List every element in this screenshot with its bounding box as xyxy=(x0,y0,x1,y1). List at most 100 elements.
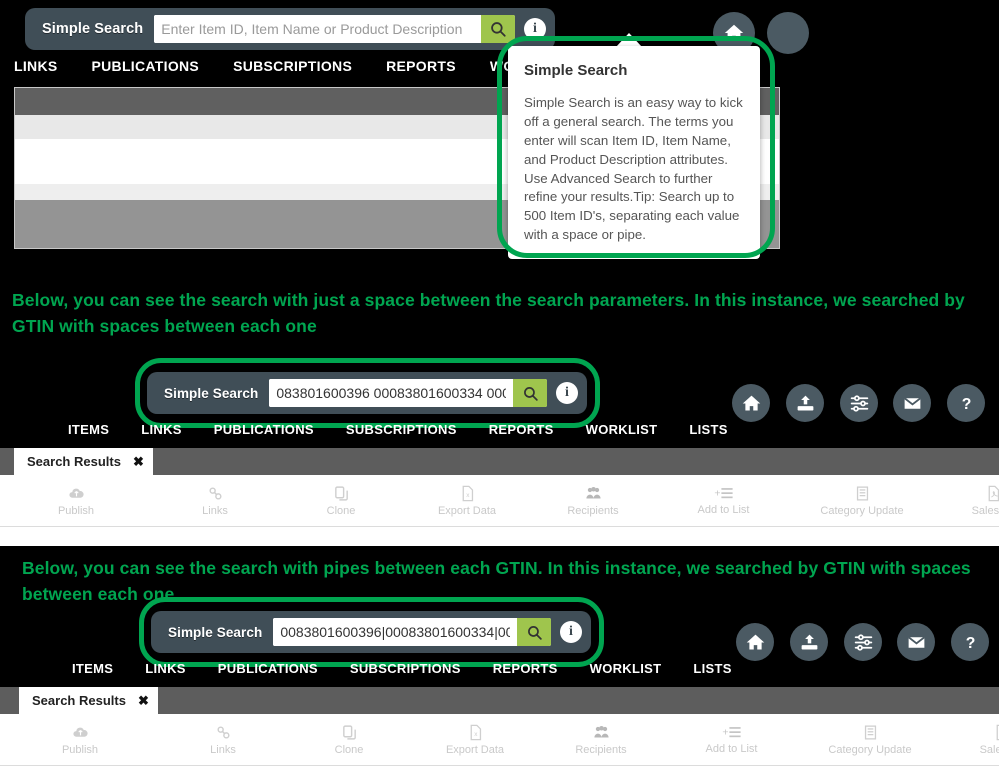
tabstrip-middle: Search Results ✖ xyxy=(0,448,999,475)
messages-button-bottom[interactable] xyxy=(897,623,935,661)
nav-item-reports[interactable]: REPORTS xyxy=(386,58,456,74)
home-icon xyxy=(745,632,766,653)
svg-text:+: + xyxy=(722,727,728,739)
upload-button-middle[interactable] xyxy=(786,384,824,422)
toolbar-label: Recipients xyxy=(575,743,627,756)
simple-search-bar-bottom: Simple Search i xyxy=(151,611,591,653)
nav-item-subscriptions[interactable]: SUBSCRIPTIONS xyxy=(233,58,352,74)
toolbar-item-publish[interactable]: Publish xyxy=(0,724,160,756)
help-question-icon: ? xyxy=(960,632,981,653)
add-to-list-icon: + xyxy=(713,485,734,501)
toolbar-label: Recipients xyxy=(567,504,619,517)
nav-item-worklist[interactable]: WORKLIST xyxy=(590,661,662,676)
toolbar-item-links[interactable]: Links xyxy=(152,485,278,517)
search-input-top[interactable] xyxy=(154,15,481,43)
close-icon[interactable]: ✖ xyxy=(138,693,149,709)
nav-item-subscriptions[interactable]: SUBSCRIPTIONS xyxy=(350,661,461,676)
toolbar-item-links[interactable]: Links xyxy=(160,724,286,756)
publish-cloud-icon xyxy=(72,724,89,741)
nav-item-links[interactable]: LINKS xyxy=(145,661,186,676)
info-icon-top[interactable]: i xyxy=(524,18,546,40)
toolbar-item-recipients[interactable]: Recipients xyxy=(530,485,656,517)
toolbar-item-export-data[interactable]: x Export Data xyxy=(412,724,538,756)
screenshot-root: LINKS PUBLICATIONS SUBSCRIPTIONS REPORTS… xyxy=(0,0,999,767)
toolbar-label: Export Data xyxy=(437,504,497,517)
info-icon-bottom[interactable]: i xyxy=(560,621,582,643)
toolbar-item-category-update[interactable]: Category Update xyxy=(791,485,933,517)
simple-search-label-middle: Simple Search xyxy=(164,385,259,401)
results-body-middle xyxy=(0,527,999,546)
search-input-middle[interactable] xyxy=(269,379,513,407)
toolbar-item-add-to-list[interactable]: + Add to List xyxy=(664,724,799,756)
secondary-round-button-top[interactable] xyxy=(767,12,809,54)
toolbar-label: Sales Sli xyxy=(971,504,999,517)
search-box-top xyxy=(154,15,515,43)
nav-item-worklist[interactable]: WORKLIST xyxy=(586,422,658,437)
info-icon-middle[interactable]: i xyxy=(556,382,578,404)
close-icon[interactable]: ✖ xyxy=(133,454,144,470)
toolbar-item-clone[interactable]: Clone xyxy=(286,724,412,756)
upload-button-bottom[interactable] xyxy=(790,623,828,661)
toolbar-label: Category Update xyxy=(820,504,904,517)
magnifier-icon xyxy=(522,385,539,402)
tabstrip-bottom: Search Results ✖ xyxy=(0,687,999,714)
search-results-card-middle: Search Results ✖ Publish Links Clone x E… xyxy=(0,448,999,546)
nav-item-lists[interactable]: LISTS xyxy=(693,661,731,676)
nav-item-lists[interactable]: LISTS xyxy=(689,422,727,437)
search-box-bottom xyxy=(273,618,551,646)
envelope-icon xyxy=(902,393,923,414)
upload-icon xyxy=(795,393,816,414)
nav-item-links[interactable]: LINKS xyxy=(141,422,182,437)
help-button-bottom[interactable]: ? xyxy=(951,623,989,661)
nav-item-items[interactable]: ITEMS xyxy=(68,422,109,437)
nav-item-items[interactable]: ITEMS xyxy=(72,661,113,676)
results-toolbar-bottom: Publish Links Clone x Export Data Recipi… xyxy=(0,714,999,766)
home-button-middle[interactable] xyxy=(732,384,770,422)
clone-copy-icon xyxy=(333,485,350,502)
toolbar-item-category-update[interactable]: Category Update xyxy=(799,724,941,756)
toolbar-item-export-data[interactable]: x Export Data xyxy=(404,485,530,517)
toolbar-item-clone[interactable]: Clone xyxy=(278,485,404,517)
svg-text:x: x xyxy=(474,731,478,738)
simple-search-label-bottom: Simple Search xyxy=(168,624,263,640)
nav-item-publications[interactable]: PUBLICATIONS xyxy=(214,422,314,437)
tooltip-body: Simple Search is an easy way to kick off… xyxy=(524,95,743,243)
tab-search-results[interactable]: Search Results ✖ xyxy=(14,448,153,475)
nav-item-reports[interactable]: REPORTS xyxy=(489,422,554,437)
toolbar-label: Category Update xyxy=(828,743,912,756)
help-question-icon: ? xyxy=(956,393,977,414)
search-input-bottom[interactable] xyxy=(273,618,517,646)
top-nav: LINKS PUBLICATIONS SUBSCRIPTIONS REPORTS… xyxy=(14,58,567,74)
toolbar-label: Add to List xyxy=(705,743,758,755)
envelope-icon xyxy=(906,632,927,653)
magnifier-icon xyxy=(489,20,507,38)
search-submit-button-top[interactable] xyxy=(481,15,515,43)
search-submit-button-bottom[interactable] xyxy=(517,618,551,646)
toolbar-label: Publish xyxy=(61,743,99,756)
search-results-card-bottom: Search Results ✖ Publish Links Clone x E… xyxy=(0,687,999,767)
search-submit-button-middle[interactable] xyxy=(513,379,547,407)
nav-item-subscriptions[interactable]: SUBSCRIPTIONS xyxy=(346,422,457,437)
recipients-people-icon xyxy=(585,485,602,502)
svg-text:x: x xyxy=(466,492,470,499)
nav-item-publications[interactable]: PUBLICATIONS xyxy=(218,661,318,676)
toolbar-item-sales-slick[interactable]: Sales Sli xyxy=(933,485,999,517)
help-button-middle[interactable]: ? xyxy=(947,384,985,422)
toolbar-label: Clone xyxy=(334,743,364,756)
toolbar-label: Export Data xyxy=(445,743,505,756)
messages-button-middle[interactable] xyxy=(893,384,931,422)
settings-button-middle[interactable] xyxy=(840,384,878,422)
nav-item-publications[interactable]: PUBLICATIONS xyxy=(92,58,200,74)
home-button-bottom[interactable] xyxy=(736,623,774,661)
settings-button-bottom[interactable] xyxy=(844,623,882,661)
toolbar-label: Clone xyxy=(326,504,356,517)
nav-item-links[interactable]: LINKS xyxy=(14,58,58,74)
toolbar-item-recipients[interactable]: Recipients xyxy=(538,724,664,756)
toolbar-item-sales-slick[interactable]: Sales Sli xyxy=(941,724,999,756)
nav-item-reports[interactable]: REPORTS xyxy=(493,661,558,676)
tab-search-results[interactable]: Search Results ✖ xyxy=(19,687,158,714)
toolbar-item-add-to-list[interactable]: + Add to List xyxy=(656,485,791,517)
category-update-icon xyxy=(854,485,871,502)
home-icon xyxy=(741,393,762,414)
toolbar-item-publish[interactable]: Publish xyxy=(0,485,152,517)
